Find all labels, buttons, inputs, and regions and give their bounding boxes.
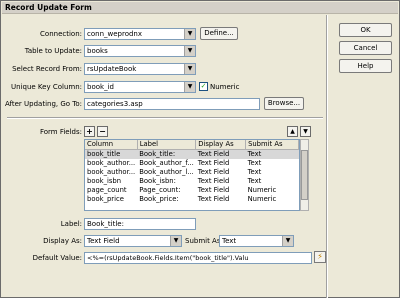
remove-field-button[interactable]: − bbox=[97, 126, 108, 137]
connection-value: conn_weprodnx bbox=[87, 30, 143, 38]
arrow-up-icon: ▲ bbox=[290, 128, 295, 135]
chevron-down-icon: ▼ bbox=[184, 29, 195, 39]
cell-submit-as: Text bbox=[247, 168, 262, 176]
cell-display-as: Text Field bbox=[197, 168, 230, 176]
cell-display-as: Text Field bbox=[195, 149, 246, 159]
cell-label: Book_isbn: bbox=[139, 177, 176, 185]
cell-submit-as: Text bbox=[245, 149, 299, 159]
table-row[interactable]: book_author... Book_author_f... Text Fie… bbox=[85, 159, 299, 168]
plus-icon: + bbox=[86, 127, 93, 136]
form-fields-list[interactable]: Column Label Display As Submit As book_t… bbox=[84, 139, 300, 211]
table-row[interactable]: page_count Page_count: Text Field Numeri… bbox=[85, 186, 299, 195]
display-as-select[interactable]: Text Field ▼ bbox=[84, 235, 182, 247]
cell-column: book_price bbox=[87, 195, 124, 203]
cell-display-as: Text Field bbox=[197, 195, 230, 203]
display-as-value: Text Field bbox=[87, 237, 120, 245]
define-button[interactable]: Define... bbox=[200, 27, 238, 40]
select-record-label: Select Record From: bbox=[12, 65, 82, 73]
cell-submit-as: Text bbox=[247, 177, 262, 185]
cell-display-as: Text Field bbox=[197, 177, 230, 185]
column-header[interactable]: Display As bbox=[195, 140, 247, 150]
select-record-value: rsUpdateBook bbox=[87, 65, 137, 73]
dynamic-data-button[interactable]: ⚡ bbox=[314, 251, 326, 263]
default-value-label: Default Value: bbox=[32, 254, 82, 262]
submit-as-value: Text bbox=[222, 237, 237, 245]
numeric-checkbox[interactable]: ✓ bbox=[199, 82, 208, 91]
browse-button[interactable]: Browse... bbox=[264, 97, 304, 110]
connection-label: Connection: bbox=[40, 30, 82, 38]
unique-key-select[interactable]: book_id ▼ bbox=[84, 81, 196, 93]
chevron-down-icon: ▼ bbox=[282, 236, 293, 246]
chevron-down-icon: ▼ bbox=[184, 82, 195, 92]
minus-icon: − bbox=[99, 127, 106, 136]
move-down-button[interactable]: ▼ bbox=[300, 126, 311, 137]
default-value-input[interactable]: <%=(rsUpdateBook.Fields.Item("book_title… bbox=[84, 252, 312, 264]
column-header[interactable]: Label bbox=[137, 140, 197, 150]
unique-key-label: Unique Key Column: bbox=[11, 83, 82, 91]
column-header[interactable]: Column bbox=[85, 140, 138, 150]
table-row[interactable]: book_author... Book_author_l... Text Fie… bbox=[85, 168, 299, 177]
checkmark-icon: ✓ bbox=[200, 82, 207, 90]
record-update-dialog: Record Update Form Connection: conn_wepr… bbox=[0, 0, 400, 298]
ok-button[interactable]: OK bbox=[339, 23, 392, 37]
form-fields-table: Column Label Display As Submit As book_t… bbox=[85, 140, 299, 204]
cell-display-as: Text Field bbox=[197, 159, 230, 167]
after-updating-label: After Updating, Go To: bbox=[4, 100, 82, 108]
help-button[interactable]: Help bbox=[339, 59, 392, 73]
after-updating-input[interactable]: categories3.asp bbox=[84, 98, 260, 110]
cancel-button[interactable]: Cancel bbox=[339, 41, 392, 55]
cell-column: book_author... bbox=[87, 168, 136, 176]
chevron-down-icon: ▼ bbox=[184, 46, 195, 56]
cell-label: Book_title: bbox=[137, 149, 196, 159]
dialog-title: Record Update Form bbox=[2, 2, 398, 14]
table-row[interactable]: book_isbn Book_isbn: Text Field Text bbox=[85, 177, 299, 186]
cell-column: page_count bbox=[87, 186, 127, 194]
submit-as-label: Submit As: bbox=[185, 237, 223, 245]
table-header-row: Column Label Display As Submit As bbox=[85, 140, 299, 150]
cell-submit-as: Text bbox=[247, 159, 262, 167]
table-row[interactable]: book_title Book_title: Text Field Text bbox=[85, 149, 299, 159]
cell-submit-as: Numeric bbox=[247, 186, 277, 194]
cell-submit-as: Numeric bbox=[247, 195, 277, 203]
cell-column: book_author... bbox=[87, 159, 136, 167]
cell-display-as: Text Field bbox=[197, 186, 230, 194]
label-field-label: Label: bbox=[60, 220, 82, 228]
cell-column: book_isbn bbox=[87, 177, 122, 185]
scrollbar-thumb[interactable] bbox=[301, 150, 308, 200]
unique-key-value: book_id bbox=[87, 83, 114, 91]
connection-select[interactable]: conn_weprodnx ▼ bbox=[84, 28, 196, 40]
label-input[interactable]: Book_title: bbox=[84, 218, 196, 230]
column-header[interactable]: Submit As bbox=[245, 140, 299, 150]
submit-as-select[interactable]: Text ▼ bbox=[219, 235, 294, 247]
section-divider bbox=[7, 117, 323, 119]
cell-label: Book_author_l... bbox=[139, 168, 194, 176]
chevron-down-icon: ▼ bbox=[170, 236, 181, 246]
form-fields-label: Form Fields: bbox=[39, 128, 82, 136]
cell-label: Page_count: bbox=[139, 186, 181, 194]
cell-label: Book_price: bbox=[139, 195, 179, 203]
form-fields-scrollbar[interactable] bbox=[300, 139, 309, 211]
numeric-label: Numeric bbox=[210, 83, 240, 91]
cell-column: book_title bbox=[85, 149, 138, 159]
buttons-divider bbox=[326, 15, 328, 298]
chevron-down-icon: ▼ bbox=[184, 64, 195, 74]
lightning-icon: ⚡ bbox=[317, 252, 323, 261]
arrow-down-icon: ▼ bbox=[303, 128, 308, 135]
table-row[interactable]: book_price Book_price: Text Field Numeri… bbox=[85, 195, 299, 204]
table-to-update-label: Table to Update: bbox=[24, 47, 82, 55]
select-record-select[interactable]: rsUpdateBook ▼ bbox=[84, 63, 196, 75]
move-up-button[interactable]: ▲ bbox=[287, 126, 298, 137]
table-to-update-value: books bbox=[87, 47, 108, 55]
cell-label: Book_author_f... bbox=[139, 159, 194, 167]
table-to-update-select[interactable]: books ▼ bbox=[84, 45, 196, 57]
add-field-button[interactable]: + bbox=[84, 126, 95, 137]
display-as-label: Display As: bbox=[43, 237, 82, 245]
